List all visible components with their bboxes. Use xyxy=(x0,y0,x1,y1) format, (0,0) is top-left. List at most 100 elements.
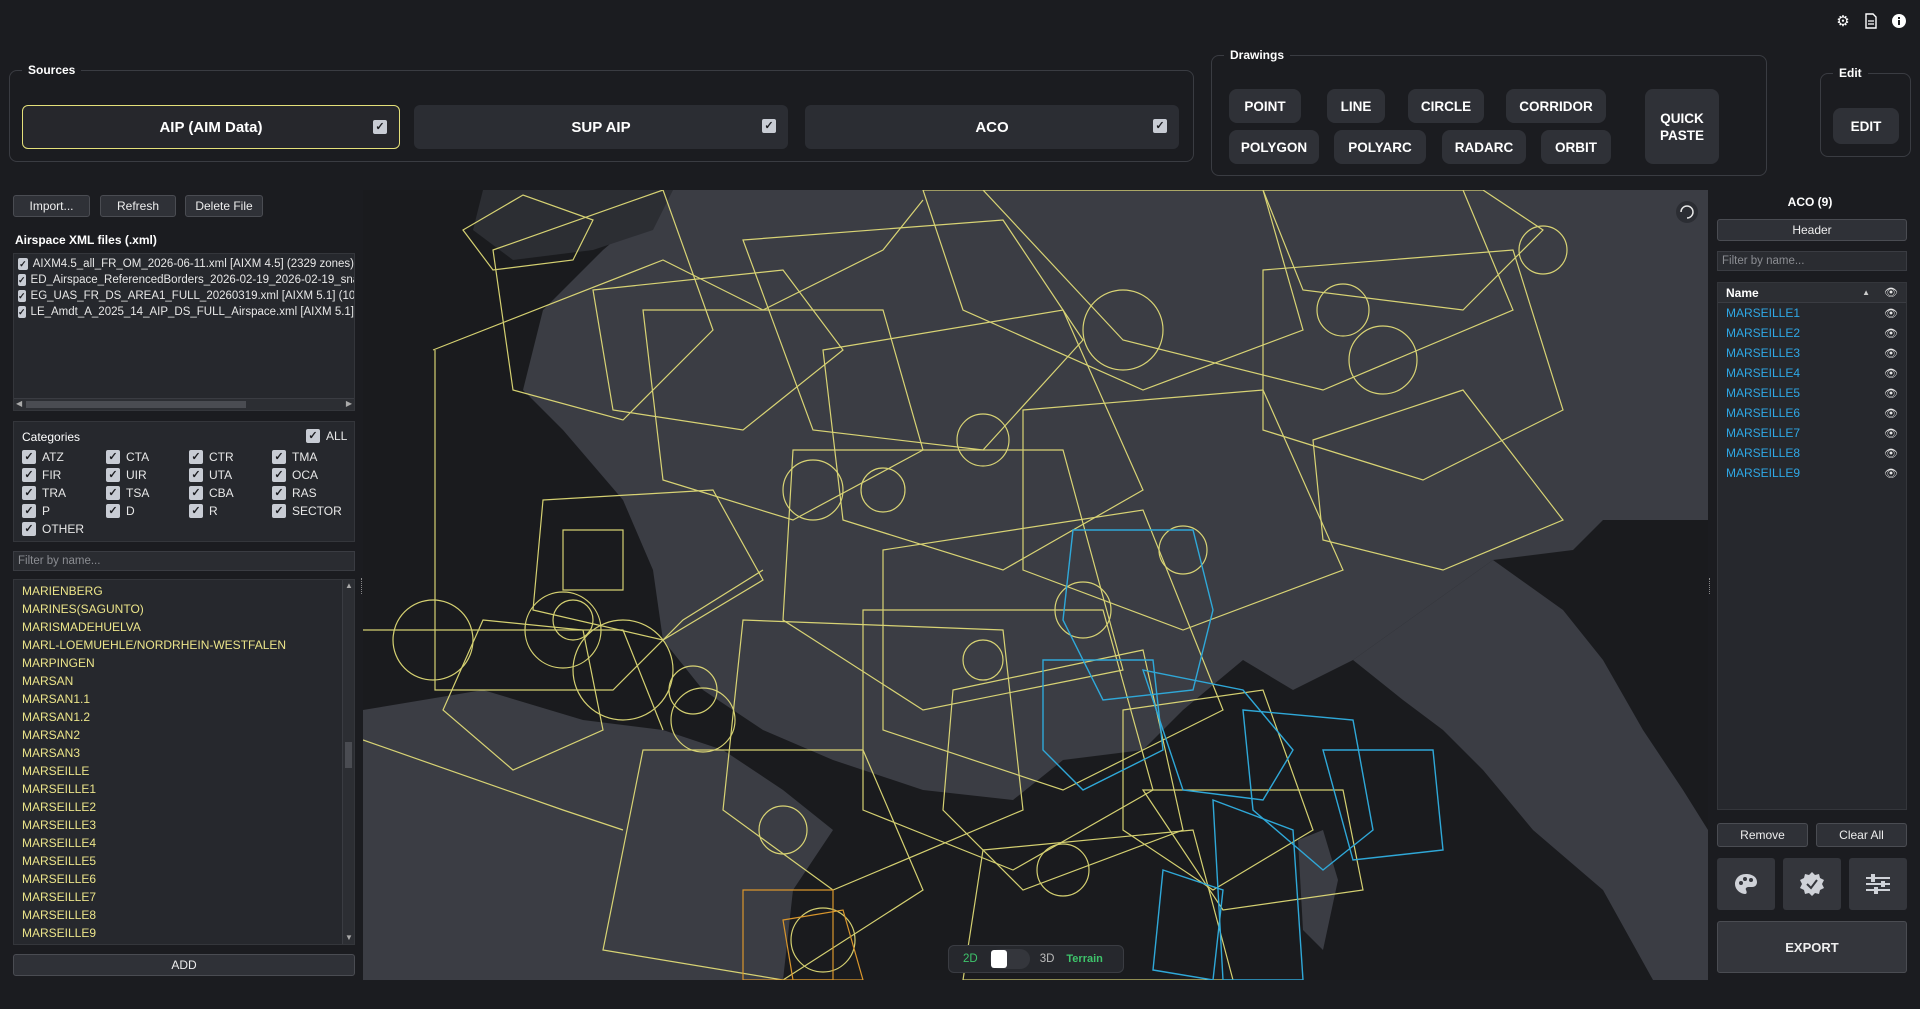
map-view[interactable]: 2D 3D Terrain xyxy=(363,190,1708,980)
list-item[interactable]: MARIENBERG xyxy=(14,582,354,600)
category-checkbox[interactable]: ✓ xyxy=(106,504,120,518)
category-checkbox[interactable]: ✓ xyxy=(106,450,120,464)
category-checkbox[interactable]: ✓ xyxy=(272,504,286,518)
list-item[interactable]: MARSEILLE xyxy=(14,762,354,780)
category-tma[interactable]: ✓ TMA xyxy=(272,450,317,464)
category-ctr[interactable]: ✓ CTR xyxy=(189,450,234,464)
category-r[interactable]: ✓ R xyxy=(189,504,218,518)
aco-list-item[interactable]: MARSEILLE5 👁 xyxy=(1718,383,1906,403)
left-splitter-handle[interactable] xyxy=(361,578,363,594)
settings-button[interactable] xyxy=(1849,858,1907,910)
category-uir[interactable]: ✓ UIR xyxy=(106,468,147,482)
category-checkbox[interactable]: ✓ xyxy=(189,468,203,482)
category-all[interactable]: ✓ ALL xyxy=(306,429,347,443)
eye-icon[interactable]: 👁 xyxy=(1884,367,1898,380)
import-button[interactable]: Import... xyxy=(13,195,90,217)
scroll-left-arrow-icon[interactable]: ◀ xyxy=(16,399,22,408)
source-aip-button[interactable]: AIP (AIM Data) ✓ xyxy=(22,105,400,149)
sort-asc-icon[interactable]: ▲ xyxy=(1862,288,1870,297)
category-ras[interactable]: ✓ RAS xyxy=(272,486,317,500)
eye-icon[interactable]: 👁 xyxy=(1884,307,1898,320)
list-item[interactable]: MARSAN2 xyxy=(14,726,354,744)
draw-circle-button[interactable]: CIRCLE xyxy=(1408,89,1484,123)
horizontal-scroll-thumb[interactable] xyxy=(26,401,246,408)
category-cba[interactable]: ✓ CBA xyxy=(189,486,234,500)
scroll-up-arrow-icon[interactable]: ▲ xyxy=(345,580,353,592)
aco-list-item[interactable]: MARSEILLE6 👁 xyxy=(1718,403,1906,423)
list-item[interactable]: MARSEILLE1 xyxy=(14,780,354,798)
eye-icon[interactable]: 👁 xyxy=(1884,387,1898,400)
mode-3d-label[interactable]: 3D xyxy=(1040,953,1055,965)
draw-point-button[interactable]: POINT xyxy=(1229,89,1301,123)
xml-file-item[interactable]: ✓ LE_Amdt_A_2025_14_AIP_DS_FULL_Airspace.… xyxy=(14,304,354,320)
delete-file-button[interactable]: Delete File xyxy=(185,195,263,217)
edit-button[interactable]: EDIT xyxy=(1833,108,1899,144)
source-sup-aip-checkbox[interactable]: ✓ xyxy=(762,119,776,133)
eye-icon[interactable]: 👁 xyxy=(1884,467,1898,480)
draw-line-button[interactable]: LINE xyxy=(1327,89,1385,123)
terrain-label[interactable]: Terrain xyxy=(1066,953,1102,965)
category-checkbox[interactable]: ✓ xyxy=(189,486,203,500)
category-checkbox[interactable]: ✓ xyxy=(272,468,286,482)
source-aip-checkbox[interactable]: ✓ xyxy=(373,120,387,134)
category-oca[interactable]: ✓ OCA xyxy=(272,468,318,482)
list-item[interactable]: MARISMADEHUELVA xyxy=(14,618,354,636)
draw-polygon-button[interactable]: POLYGON xyxy=(1229,130,1319,164)
source-aco-checkbox[interactable]: ✓ xyxy=(1153,119,1167,133)
file-checkbox[interactable]: ✓ xyxy=(18,258,28,270)
draw-radarc-button[interactable]: RADARC xyxy=(1442,130,1526,164)
eye-icon[interactable]: 👁 xyxy=(1884,407,1898,420)
list-item[interactable]: MARL-LOEMUEHLE/NORDRHEIN-WESTFALEN xyxy=(14,636,354,654)
eye-icon[interactable]: 👁 xyxy=(1884,327,1898,340)
draw-corridor-button[interactable]: CORRIDOR xyxy=(1506,89,1606,123)
xml-file-item[interactable]: ✓ EG_UAS_FR_DS_AREA1_FULL_20260319.xml [A… xyxy=(14,288,354,304)
eye-icon[interactable]: 👁 xyxy=(1884,427,1898,440)
aco-list-item[interactable]: MARSEILLE7 👁 xyxy=(1718,423,1906,443)
source-sup-aip-button[interactable]: SUP AIP ✓ xyxy=(414,105,788,149)
column-name-header[interactable]: Name xyxy=(1726,286,1759,300)
vertical-scrollbar[interactable]: ▲ ▼ xyxy=(342,580,354,944)
aco-filter-input[interactable] xyxy=(1717,251,1907,271)
horizontal-scrollbar[interactable]: ◀ ▶ xyxy=(14,398,354,410)
list-item[interactable]: MARSAN1.1 xyxy=(14,690,354,708)
file-checkbox[interactable]: ✓ xyxy=(18,306,26,318)
list-item[interactable]: MARSAN xyxy=(14,672,354,690)
list-item[interactable]: MARSEILLE8 xyxy=(14,906,354,924)
category-checkbox[interactable]: ✓ xyxy=(272,450,286,464)
list-item[interactable]: MARSEILLE3 xyxy=(14,816,354,834)
info-icon[interactable] xyxy=(1890,12,1908,30)
aco-list-item[interactable]: MARSEILLE8 👁 xyxy=(1718,443,1906,463)
category-cta[interactable]: ✓ CTA xyxy=(106,450,149,464)
source-aco-button[interactable]: ACO ✓ xyxy=(805,105,1179,149)
category-tsa[interactable]: ✓ TSA xyxy=(106,486,149,500)
aco-list-item[interactable]: MARSEILLE1 👁 xyxy=(1718,303,1906,323)
category-checkbox[interactable]: ✓ xyxy=(106,468,120,482)
category-checkbox[interactable]: ✓ xyxy=(272,486,286,500)
export-button[interactable]: EXPORT xyxy=(1717,921,1907,973)
category-sector[interactable]: ✓ SECTOR xyxy=(272,504,342,518)
draw-polyarc-button[interactable]: POLYARC xyxy=(1334,130,1426,164)
aco-list-item[interactable]: MARSEILLE9 👁 xyxy=(1718,463,1906,483)
aco-list-item[interactable]: MARSEILLE2 👁 xyxy=(1718,323,1906,343)
xml-file-item[interactable]: ✓ AIXM4.5_all_FR_OM_2026-06-11.xml [AIXM … xyxy=(14,256,354,272)
clear-all-button[interactable]: Clear All xyxy=(1816,823,1907,847)
xml-file-item[interactable]: ✓ ED_Airspace_ReferencedBorders_2026-02-1… xyxy=(14,272,354,288)
list-item[interactable]: MARSEILLE4 xyxy=(14,834,354,852)
list-item[interactable]: MARINES(SAGUNTO) xyxy=(14,600,354,618)
category-checkbox[interactable]: ✓ xyxy=(22,504,36,518)
name-filter-input[interactable] xyxy=(13,551,355,571)
mode-switch[interactable] xyxy=(989,949,1030,969)
scroll-down-arrow-icon[interactable]: ▼ xyxy=(345,932,353,944)
vertical-scroll-thumb[interactable] xyxy=(345,742,352,768)
category-checkbox[interactable]: ✓ xyxy=(189,504,203,518)
list-item[interactable]: MARSEILLE2 xyxy=(14,798,354,816)
category-checkbox[interactable]: ✓ xyxy=(22,468,36,482)
map-canvas[interactable] xyxy=(363,190,1708,980)
category-checkbox[interactable]: ✓ xyxy=(22,522,36,536)
file-checkbox[interactable]: ✓ xyxy=(18,274,26,286)
category-fir[interactable]: ✓ FIR xyxy=(22,468,61,482)
validate-button[interactable] xyxy=(1783,858,1841,910)
add-button[interactable]: ADD xyxy=(13,954,355,976)
category-checkbox[interactable]: ✓ xyxy=(22,486,36,500)
list-item[interactable]: MARSAN3 xyxy=(14,744,354,762)
